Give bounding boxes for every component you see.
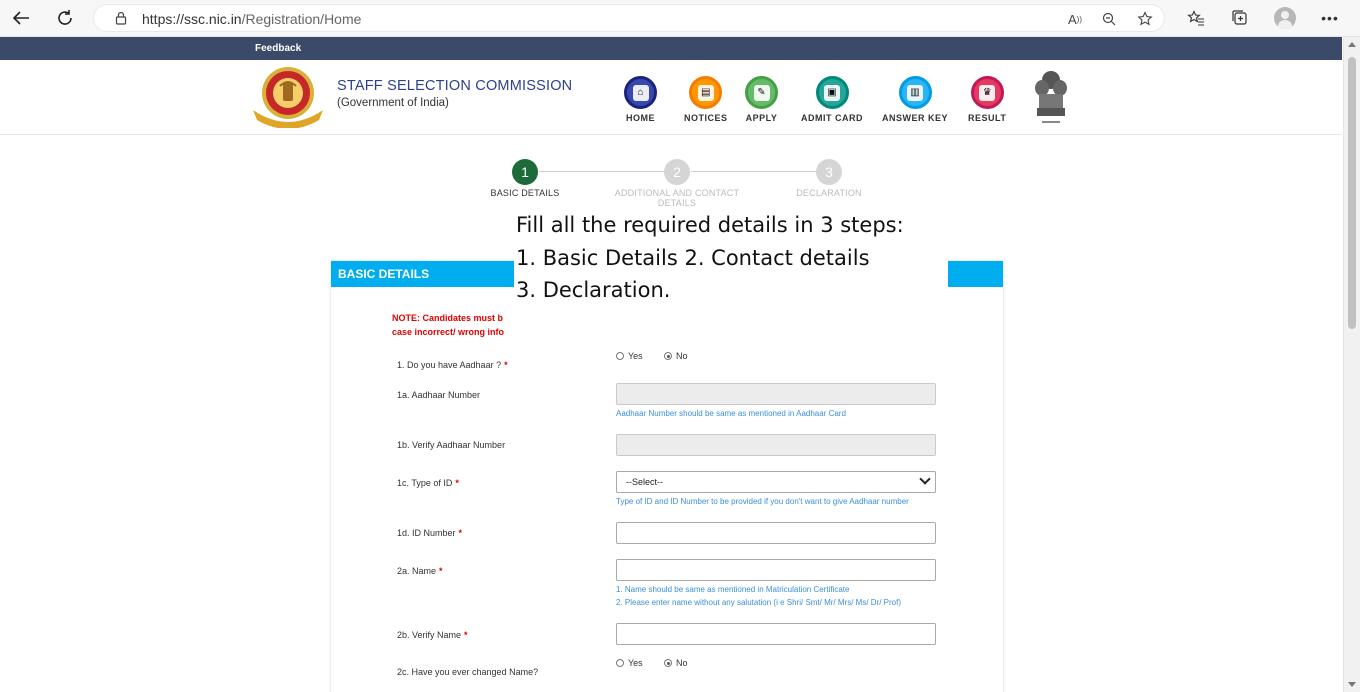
verify-aadhaar-input[interactable] — [616, 434, 936, 456]
name-changed-yes-radio[interactable]: Yes — [616, 658, 643, 668]
feedback-link[interactable]: Feedback — [255, 43, 301, 54]
aadhaar-no-radio[interactable]: No — [664, 351, 688, 361]
verify-name-input[interactable] — [616, 623, 936, 645]
home-icon: ⌂ — [632, 84, 649, 101]
document-icon: ▥ — [907, 84, 923, 101]
reload-icon[interactable] — [52, 6, 78, 30]
step-3-label: DECLARATION — [796, 188, 862, 198]
name-input[interactable] — [616, 559, 936, 581]
nav-answer-key[interactable]: ▥ ANSWER KEY — [882, 76, 948, 123]
radio-selected-icon[interactable] — [664, 659, 672, 667]
aadhaar-question-label: 1. Do you have Aadhaar ? * — [397, 360, 508, 370]
basic-details-card: BASIC DETAILS NOTE: Candidates must b ca… — [331, 261, 1003, 692]
aadhaar-number-hint: Aadhaar Number should be same as mention… — [616, 409, 846, 418]
national-emblem-icon — [1035, 71, 1067, 123]
more-menu-icon[interactable]: ••• — [1319, 7, 1341, 29]
name-label: 2a. Name * — [397, 566, 443, 576]
id-number-label: 1d. ID Number * — [397, 528, 463, 538]
add-favorite-icon[interactable] — [1136, 10, 1154, 28]
verify-name-label: 2b. Verify Name * — [397, 630, 468, 640]
nav-home[interactable]: ⌂ HOME — [624, 76, 657, 123]
page-scrollbar[interactable] — [1343, 37, 1360, 692]
favorites-icon[interactable] — [1185, 7, 1207, 29]
ssc-logo-icon[interactable] — [249, 64, 327, 128]
nav-notices[interactable]: ▤ NOTICES — [684, 76, 728, 123]
scrollbar-thumb[interactable] — [1348, 57, 1356, 329]
lock-icon[interactable] — [114, 11, 128, 25]
org-title: STAFF SELECTION COMMISSION — [337, 78, 573, 94]
step-connector — [691, 171, 825, 172]
zoom-icon[interactable] — [1100, 10, 1118, 28]
radio-icon[interactable] — [616, 352, 624, 360]
step-1-label: BASIC DETAILS — [490, 188, 560, 198]
id-type-hint: Type of ID and ID Number to be provided … — [616, 497, 909, 506]
name-changed-no-radio[interactable]: No — [664, 658, 688, 668]
scroll-up-icon[interactable] — [1348, 42, 1356, 47]
step-1-dot[interactable]: 1 — [512, 159, 538, 185]
nav-result[interactable]: ♛ RESULT — [968, 76, 1006, 123]
profile-avatar-icon[interactable] — [1274, 7, 1296, 29]
aadhaar-yes-radio[interactable]: Yes — [616, 351, 643, 361]
name-changed-label: 2c. Have you ever changed Name? — [397, 667, 539, 677]
page-content: Feedback STAFF SELECTION COMMISSION (Gov… — [0, 37, 1342, 692]
org-name-block: STAFF SELECTION COMMISSION (Government o… — [337, 78, 572, 109]
browser-toolbar: https://ssc.nic.in/Registration/Home A))… — [0, 0, 1360, 37]
note-text: NOTE: Candidates must b case incorrect/ … — [392, 313, 505, 337]
instruction-line-1: Fill all the required details in 3 steps… — [516, 213, 904, 237]
step-2-dot[interactable]: 2 — [664, 159, 690, 185]
url-text[interactable]: https://ssc.nic.in/Registration/Home — [142, 11, 361, 27]
radio-selected-icon[interactable] — [664, 352, 672, 360]
edit-icon: ✎ — [753, 84, 770, 101]
id-type-label: 1c. Type of ID * — [397, 478, 459, 488]
verify-aadhaar-label: 1b. Verify Aadhaar Number — [397, 440, 506, 450]
site-header: STAFF SELECTION COMMISSION (Government o… — [0, 60, 1342, 135]
read-aloud-icon[interactable]: A)) — [1066, 10, 1084, 28]
radio-icon[interactable] — [616, 659, 624, 667]
back-arrow-icon[interactable] — [8, 6, 34, 30]
aadhaar-number-label: 1a. Aadhaar Number — [397, 390, 481, 400]
top-bar: Feedback — [0, 37, 1342, 60]
step-connector — [539, 171, 673, 172]
instruction-line-2: 1. Basic Details 2. Contact details — [516, 245, 870, 270]
id-card-icon: ▣ — [824, 84, 840, 101]
nav-apply[interactable]: ✎ APPLY — [745, 76, 778, 123]
instruction-overlay: Fill all the required details in 3 steps… — [514, 207, 948, 305]
step-2-label: ADDITIONAL AND CONTACT DETAILS — [614, 188, 740, 208]
trophy-icon: ♛ — [979, 84, 996, 101]
notice-icon: ▤ — [697, 84, 714, 101]
instruction-line-3: 3. Declaration. — [516, 278, 671, 302]
name-hint: 1. Name should be same as mentioned in M… — [616, 585, 901, 607]
address-bar[interactable]: https://ssc.nic.in/Registration/Home A)) — [93, 4, 1165, 32]
id-type-select[interactable]: --Select-- — [616, 471, 936, 493]
collections-icon[interactable] — [1229, 7, 1251, 29]
id-number-input[interactable] — [616, 522, 936, 544]
step-3-dot[interactable]: 3 — [816, 159, 842, 185]
nav-admit-card[interactable]: ▣ ADMIT CARD — [801, 76, 863, 123]
aadhaar-number-input[interactable] — [616, 383, 936, 405]
org-subtitle: (Government of India) — [337, 97, 449, 109]
scroll-down-icon[interactable] — [1348, 682, 1356, 687]
chevron-down-icon[interactable] — [919, 473, 931, 485]
registration-stepper: 1 2 3 BASIC DETAILS ADDITIONAL AND CONTA… — [470, 159, 890, 209]
